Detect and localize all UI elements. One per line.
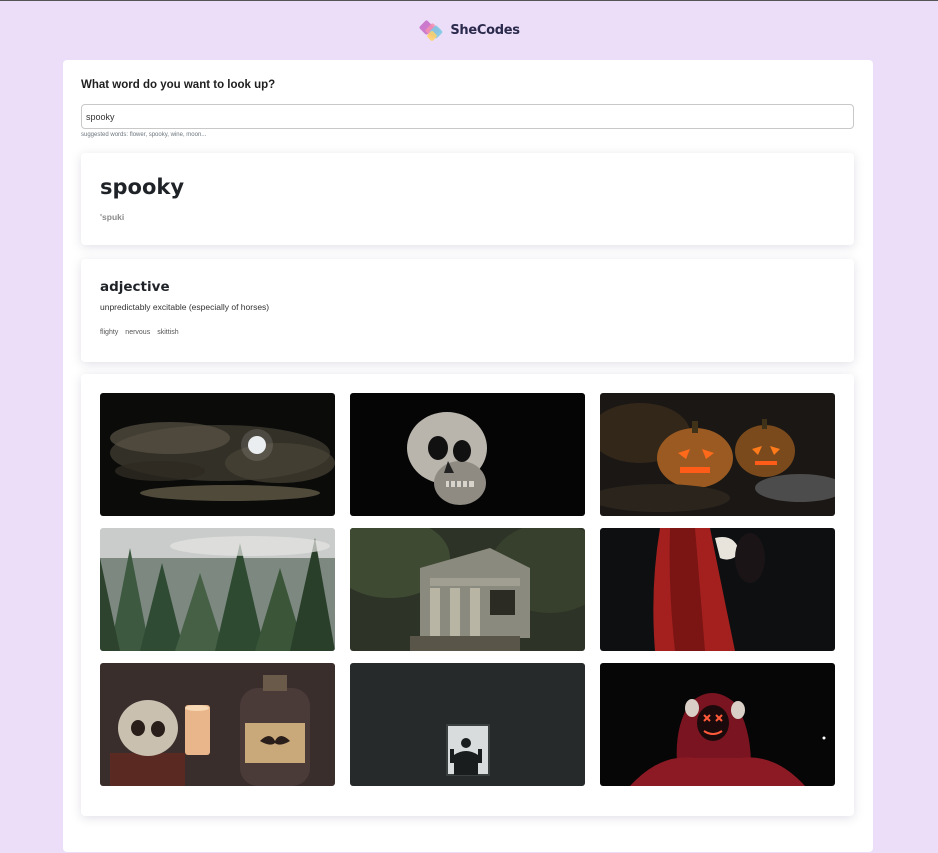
photo-skull-candle[interactable] [100, 663, 335, 786]
dictionary-container: What word do you want to look up? sugges… [63, 60, 873, 852]
red-cloak-photo-icon [600, 528, 835, 651]
shecodes-logo-icon [419, 20, 443, 41]
photo-red-cloak[interactable] [600, 528, 835, 651]
photo-neon-mask[interactable] [600, 663, 835, 786]
synonym: skittish [157, 329, 179, 336]
photos-card [81, 374, 854, 816]
search-hint: suggested words: flower, spooky, wine, m… [81, 132, 207, 138]
moon-clouds-photo-icon [100, 393, 335, 516]
photo-skull[interactable] [350, 393, 585, 516]
search-section: What word do you want to look up? sugges… [81, 79, 855, 141]
synonym: flighty [100, 329, 119, 336]
photo-moon-clouds[interactable] [100, 393, 335, 516]
word-card: spooky 'spuki [81, 153, 854, 245]
photo-grid [100, 393, 835, 786]
neon-mask-photo-icon [600, 663, 835, 786]
photo-foggy-forest[interactable] [100, 528, 335, 651]
photo-window-silhouette[interactable] [350, 663, 585, 786]
foggy-forest-photo-icon [100, 528, 335, 651]
word-phonetic: 'spuki [100, 212, 125, 222]
synonym: nervous [125, 329, 151, 336]
synonyms-list: flighty nervous skittish [100, 329, 835, 336]
app-header: SheCodes [0, 1, 938, 59]
window-silhouette-photo-icon [350, 663, 585, 786]
abandoned-house-photo-icon [350, 528, 585, 651]
meaning-card: adjective unpredictably excitable (espec… [81, 259, 854, 362]
search-input[interactable] [81, 104, 854, 129]
word-title: spooky [100, 175, 185, 199]
definition: unpredictably excitable (especially of h… [100, 302, 270, 312]
logo-text: SheCodes [450, 22, 520, 38]
skull-candle-photo-icon [100, 663, 335, 786]
part-of-speech: adjective [100, 279, 170, 295]
search-question: What word do you want to look up? [81, 79, 276, 91]
photo-pumpkins[interactable] [600, 393, 835, 516]
photo-abandoned-house[interactable] [350, 528, 585, 651]
skull-photo-icon [350, 393, 585, 516]
pumpkins-photo-icon [600, 393, 835, 516]
